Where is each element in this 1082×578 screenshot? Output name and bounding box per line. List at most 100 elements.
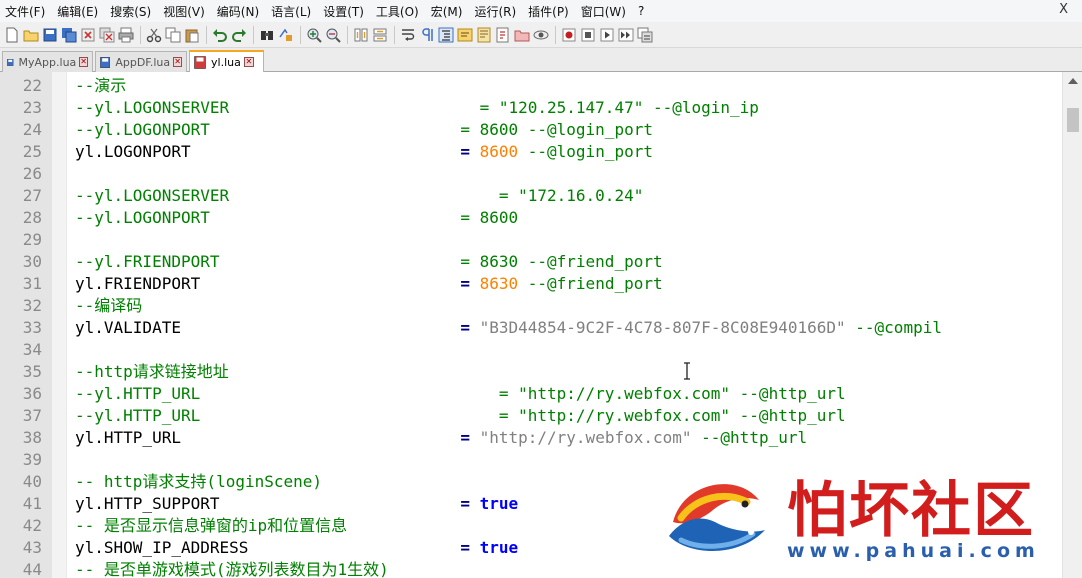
tab-file[interactable]: MyApp.lua ✕ xyxy=(2,51,93,72)
tab-label: yl.lua xyxy=(211,55,241,69)
replace-icon[interactable] xyxy=(277,26,294,43)
menu-item[interactable]: 插件(P) xyxy=(523,3,576,20)
tab-close-icon[interactable]: ✕ xyxy=(173,57,182,67)
folder-icon[interactable] xyxy=(513,26,530,43)
copy-icon[interactable] xyxy=(164,26,181,43)
menu-item[interactable]: 运行(R) xyxy=(469,3,523,20)
code-token: true xyxy=(479,538,519,557)
code-token: --yl.LOGONPORT = 8600 xyxy=(75,208,519,227)
zoom-in-icon[interactable] xyxy=(305,26,322,43)
code-line: 34 xyxy=(0,339,1062,361)
play-macro-icon[interactable] xyxy=(598,26,615,43)
show-all-chars-icon[interactable] xyxy=(418,26,435,43)
close-icon[interactable] xyxy=(79,26,96,43)
menu-item[interactable]: 宏(M) xyxy=(426,3,470,20)
zoom-out-icon[interactable] xyxy=(324,26,341,43)
line-number: 34 xyxy=(22,340,42,359)
tab-file[interactable]: AppDF.lua ✕ xyxy=(95,51,187,72)
line-number: 22 xyxy=(22,76,42,95)
line-number: 36 xyxy=(22,384,42,403)
code-line: 26 xyxy=(0,163,1062,185)
code-text: --yl.LOGONSERVER = "120.25.147.47" --@lo… xyxy=(75,97,759,119)
code-token: yl.VALIDATE xyxy=(75,318,461,337)
record-macro-icon[interactable] xyxy=(560,26,577,43)
monitor-icon[interactable] xyxy=(532,26,549,43)
sync-h-icon[interactable] xyxy=(371,26,388,43)
stop-macro-icon[interactable] xyxy=(579,26,596,43)
code-line: 33 yl.VALIDATE = "B3D44854-9C2F-4C78-807F… xyxy=(0,317,1062,339)
code-token: yl.FRIENDPORT xyxy=(75,274,461,293)
run-macro-multiple-icon[interactable] xyxy=(617,26,634,43)
code-text: --yl.LOGONPORT = 8600 --@login_port xyxy=(75,119,653,141)
menu-item[interactable]: 文件(F) xyxy=(0,3,52,20)
code-token: -- 是否显示信息弹窗的ip和位置信息 xyxy=(75,516,348,535)
line-number: 23 xyxy=(22,98,42,117)
function-list-icon[interactable] xyxy=(494,26,511,43)
find-icon[interactable] xyxy=(258,26,275,43)
new-file-icon[interactable] xyxy=(3,26,20,43)
save-macro-icon[interactable] xyxy=(636,26,653,43)
code-token: = xyxy=(460,274,470,293)
menu-item[interactable]: 工具(O) xyxy=(371,3,426,20)
tab-label: AppDF.lua xyxy=(115,55,171,69)
code-text: --yl.FRIENDPORT = 8630 --@friend_port xyxy=(75,251,663,273)
menu-item[interactable]: 语言(L) xyxy=(266,3,318,20)
watermark: 怕坏社区 www.pahuai.com xyxy=(655,460,1075,578)
line-number: 25 xyxy=(22,142,42,161)
menu-item[interactable]: 搜索(S) xyxy=(105,3,158,20)
line-number: 33 xyxy=(22,318,42,337)
code-line: 28 --yl.LOGONPORT = 8600 xyxy=(0,207,1062,229)
redo-icon[interactable] xyxy=(230,26,247,43)
menu-item[interactable]: ? xyxy=(633,4,651,18)
toolbar xyxy=(0,22,1082,48)
line-number: 35 xyxy=(22,362,42,381)
code-text: --http请求链接地址 xyxy=(75,361,229,383)
tab-label: MyApp.lua xyxy=(18,55,77,69)
sync-v-icon[interactable] xyxy=(352,26,369,43)
tab-file[interactable]: yl.lua ✕ xyxy=(189,50,264,72)
line-number: 26 xyxy=(22,164,42,183)
scroll-up-arrow-icon[interactable] xyxy=(1068,78,1078,84)
toolbar-separator xyxy=(206,25,207,44)
wrap-icon[interactable] xyxy=(399,26,416,43)
line-number: 37 xyxy=(22,406,42,425)
menu-item[interactable]: 窗口(W) xyxy=(576,3,633,20)
code-line: 37 --yl.HTTP_URL = "http://ry.webfox.com"… xyxy=(0,405,1062,427)
save-icon[interactable] xyxy=(41,26,58,43)
close-all-icon[interactable] xyxy=(98,26,115,43)
code-line: 36 --yl.HTTP_URL = "http://ry.webfox.com"… xyxy=(0,383,1062,405)
code-text: --演示 xyxy=(75,75,126,97)
line-number: 24 xyxy=(22,120,42,139)
unsaved-file-icon xyxy=(194,55,206,69)
paste-icon[interactable] xyxy=(183,26,200,43)
toolbar-separator xyxy=(253,25,254,44)
code-text: yl.SHOW_IP_ADDRESS = true xyxy=(75,537,518,559)
indent-guide-icon[interactable] xyxy=(437,26,454,43)
code-text: yl.HTTP_SUPPORT = true xyxy=(75,493,518,515)
print-icon[interactable] xyxy=(117,26,134,43)
code-token: --yl.HTTP_URL = "http://ry.webfox.com" -… xyxy=(75,384,846,403)
close-document-button[interactable]: X xyxy=(1059,2,1068,17)
menu-item[interactable]: 编辑(E) xyxy=(52,3,105,20)
tab-close-icon[interactable]: ✕ xyxy=(243,57,254,67)
cut-icon[interactable] xyxy=(145,26,162,43)
code-token: --yl.FRIENDPORT = 8630 --@friend_port xyxy=(75,252,663,271)
menu-item[interactable]: 视图(V) xyxy=(158,3,212,20)
menu-item[interactable]: 设置(T) xyxy=(318,3,371,20)
open-file-icon[interactable] xyxy=(22,26,39,43)
tab-close-icon[interactable]: ✕ xyxy=(79,57,88,67)
scrollbar-thumb[interactable] xyxy=(1067,108,1079,132)
line-number: 38 xyxy=(22,428,42,447)
udl-icon[interactable] xyxy=(456,26,473,43)
doc-map-icon[interactable] xyxy=(475,26,492,43)
code-text: --编译码 xyxy=(75,295,142,317)
line-number: 30 xyxy=(22,252,42,271)
toolbar-separator xyxy=(394,25,395,44)
save-all-icon[interactable] xyxy=(60,26,77,43)
code-text: --yl.HTTP_URL = "http://ry.webfox.com" -… xyxy=(75,383,846,405)
menu-item[interactable]: 编码(N) xyxy=(212,3,266,20)
undo-icon[interactable] xyxy=(211,26,228,43)
